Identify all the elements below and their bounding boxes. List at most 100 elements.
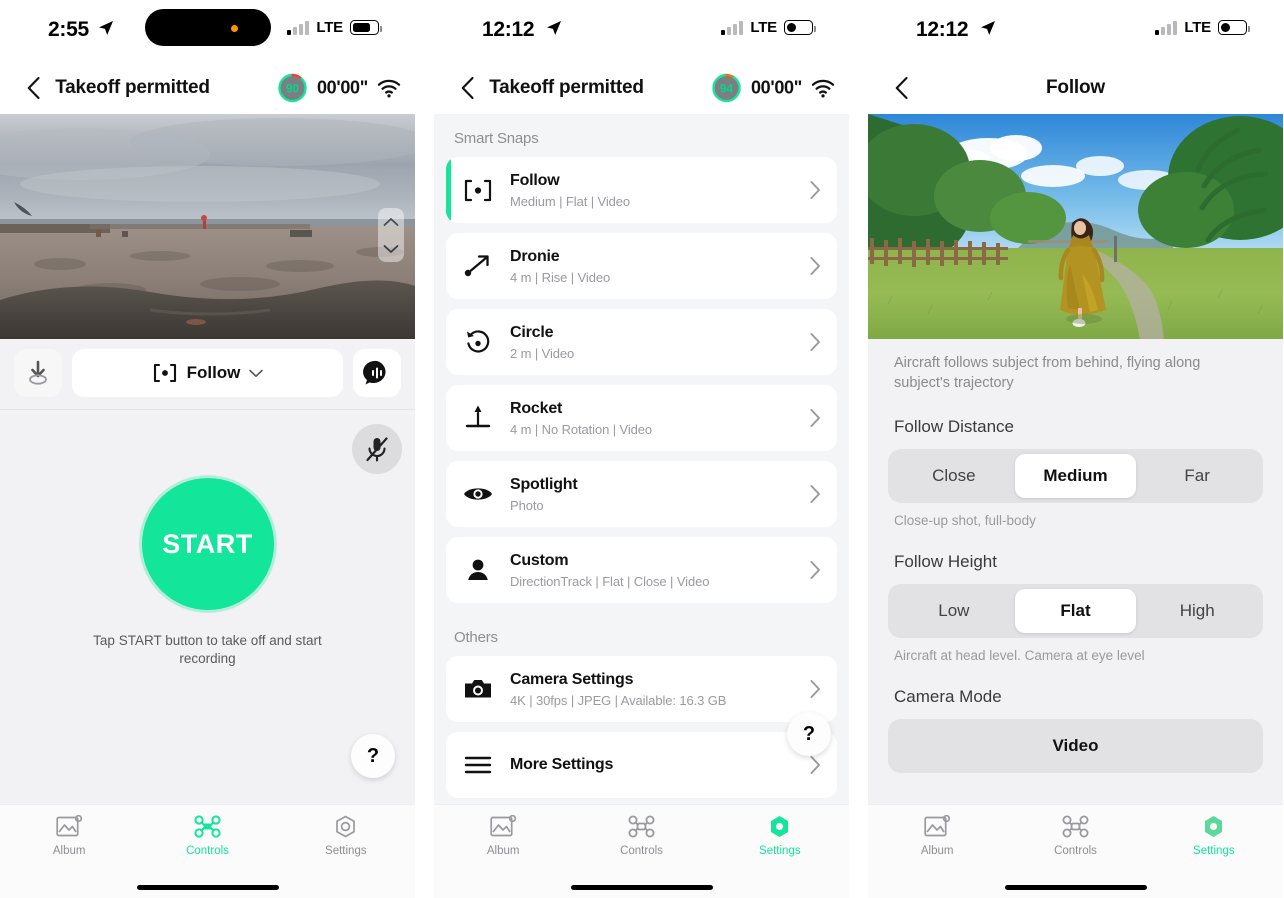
status-time: 12:12 [916,18,969,41]
chevron-right-icon [807,257,823,275]
list-item-spotlight[interactable]: Spotlight Photo [446,461,837,527]
list-item-title: Spotlight [510,475,578,493]
phone-panel-controls: 2:55 LTE Takeoff permitted 90 00'00" Fol… [0,0,415,898]
list-item-subtitle: 2 m | Video [510,345,575,361]
segment-option-low[interactable]: Low [893,589,1015,633]
tab-controls[interactable]: Controls [572,815,710,857]
tab-album[interactable]: Album [868,815,1006,857]
list-item-text: Circle 2 m | Video [510,313,807,372]
segment-option-video[interactable]: Video [888,719,1263,773]
nav-bar: Takeoff permitted 94 00'00" [434,62,849,114]
home-indicator-bar [0,876,415,898]
list-item-text: Rocket 4 m | No Rotation | Video [510,389,807,448]
segment-option-far[interactable]: Far [1136,454,1258,498]
tab-controls[interactable]: Controls [138,815,276,857]
tab-controls[interactable]: Controls [1006,815,1144,857]
page-title: Follow [1046,77,1105,98]
voice-command-button[interactable] [353,349,401,397]
chevron-left-icon [895,77,908,99]
tab-album-label: Album [920,845,954,857]
carrier-label: LTE [1184,19,1211,36]
list-item-rocket[interactable]: Rocket 4 m | No Rotation | Video [446,385,837,451]
segment-option-flat[interactable]: Flat [1014,589,1137,633]
hex-settings-icon [336,815,356,838]
follow-target-icon [446,179,510,202]
section-header-smart-snaps: Smart Snaps [454,130,539,147]
flight-timer: 00'00" [316,77,368,98]
dronie-arrow-icon [446,253,510,279]
drone-battery-badge: 94 [711,73,742,104]
tab-album[interactable]: Album [0,815,138,857]
note-follow-height: Aircraft at head level. Camera at eye le… [894,648,1145,663]
group-label-follow-distance: Follow Distance [894,417,1014,436]
home-indicator[interactable] [136,884,279,890]
tab-settings[interactable]: Settings [1145,815,1283,857]
tab-album[interactable]: Album [434,815,572,857]
three-panel-screenshot: 2:55 LTE Takeoff permitted 90 00'00" Fol… [0,0,1284,898]
status-right-cluster: LTE [1155,19,1250,36]
download-button[interactable] [14,349,62,397]
status-bar: 12:12 LTE [434,0,849,62]
list-item-text: Custom DirectionTrack | Flat | Close | V… [510,541,807,600]
segmented-control-follow-height[interactable]: Low Flat High [888,584,1263,638]
list-item-dronie[interactable]: Dronie 4 m | Rise | Video [446,233,837,299]
status-time: 12:12 [482,18,535,41]
battery-icon [1218,20,1250,35]
battery-icon [784,20,816,35]
flight-timer: 00'00" [750,77,802,98]
back-button[interactable] [16,71,50,105]
list-item-follow[interactable]: Follow Medium | Flat | Video [446,157,837,223]
list-item-camera-settings[interactable]: Camera Settings 4K | 30fps | JPEG | Avai… [446,656,837,722]
status-time: 2:55 [48,18,89,41]
drone-battery-badge: 90 [277,73,308,104]
list-item-title: Circle [510,323,554,341]
start-button[interactable]: START [141,478,274,610]
circle-orbit-icon [446,328,510,356]
location-arrow-icon [547,21,561,35]
live-video-preview-beach[interactable] [0,114,415,339]
drone-icon [1062,815,1089,838]
home-indicator-bar [434,876,849,898]
start-area: START Tap START button to take off and s… [88,478,328,668]
list-item-circle[interactable]: Circle 2 m | Video [446,309,837,375]
help-button[interactable]: ? [787,712,831,756]
help-button[interactable]: ? [351,734,395,778]
tab-bar: Album Controls Settings [0,804,415,876]
home-indicator[interactable] [570,884,713,890]
list-item-custom[interactable]: Custom DirectionTrack | Flat | Close | V… [446,537,837,603]
voice-command-icon [363,360,386,385]
chevron-down-icon[interactable] [383,244,399,254]
tab-bar: Album Controls Settings [434,804,849,876]
back-button[interactable] [450,71,484,105]
back-button[interactable] [884,71,918,105]
list-item-text: Dronie 4 m | Rise | Video [510,237,807,296]
segment-option-close[interactable]: Close [893,454,1015,498]
list-item-text: Camera Settings 4K | 30fps | JPEG | Avai… [510,660,807,719]
album-icon [56,815,82,837]
segment-option-medium[interactable]: Medium [1014,454,1137,498]
list-item-text: Follow Medium | Flat | Video [510,161,807,220]
chevron-up-icon[interactable] [383,217,399,227]
panel-divider [415,0,434,898]
chevron-right-icon [807,680,823,698]
segment-option-high[interactable]: High [1136,589,1258,633]
tab-controls-label: Controls [1054,845,1097,857]
panel-divider [849,0,868,898]
segmented-control-follow-distance[interactable]: Close Medium Far [888,449,1263,503]
home-indicator[interactable] [1004,884,1147,890]
altitude-control[interactable] [378,208,404,262]
tab-settings[interactable]: Settings [711,815,849,857]
flight-mode-selector[interactable]: Follow [72,349,343,397]
battery-percent-label: 94 [719,81,734,95]
tab-controls-label: Controls [186,845,229,857]
mic-mute-button[interactable] [352,424,402,474]
battery-icon [350,20,382,35]
drone-icon [194,815,221,838]
list-item-title: Rocket [510,399,563,417]
home-indicator-bar [868,876,1283,898]
tab-settings[interactable]: Settings [277,815,415,857]
chevron-left-icon [461,77,474,99]
signal-bars-icon [287,20,310,35]
list-item-more-settings[interactable]: More Settings [446,732,837,798]
mode-demo-video[interactable] [868,114,1283,339]
